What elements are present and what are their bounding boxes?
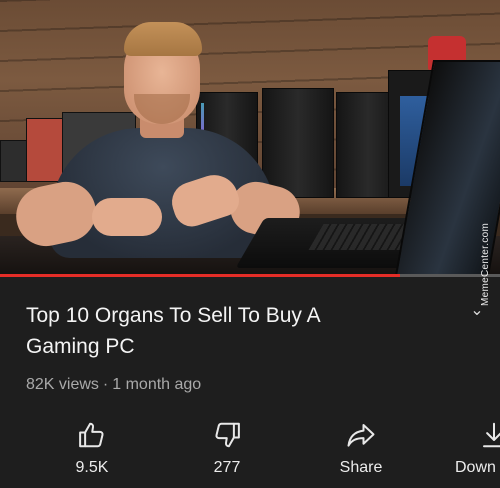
dislike-button[interactable]: 277 [182,416,272,488]
thumbs-up-icon [79,422,104,448]
video-progress-bar[interactable] [0,274,500,277]
watermark: MemeCenter.com [480,222,491,306]
share-button[interactable]: Share [316,416,406,488]
upload-age: 1 month ago [112,376,202,393]
share-icon [347,424,375,447]
like-button[interactable]: 9.5K [47,416,137,488]
video-title: Top 10 Organs To Sell To Buy A Gaming PC [26,304,321,358]
pc-tower [262,88,334,198]
expand-description-button[interactable]: ⌄ [466,300,488,322]
dislike-count: 277 [213,459,241,476]
person-hair [124,22,202,56]
video-meta: 82K views · 1 month ago [26,376,201,394]
product-box [26,118,64,182]
video-player[interactable] [0,0,500,276]
like-count: 9.5K [75,459,109,476]
chevron-down-icon: ⌄ [470,302,484,319]
download-icon [483,422,500,448]
download-label: Down [455,459,496,476]
share-label: Share [339,459,383,476]
download-button[interactable]: Down [446,416,500,488]
meta-separator: · [102,376,109,393]
view-count: 82K views [26,376,99,393]
video-progress-fill [0,274,400,277]
thumbs-down-icon [215,422,240,448]
action-bar: 9.5K 277 Share Down [0,416,500,488]
person-hand [92,198,162,236]
